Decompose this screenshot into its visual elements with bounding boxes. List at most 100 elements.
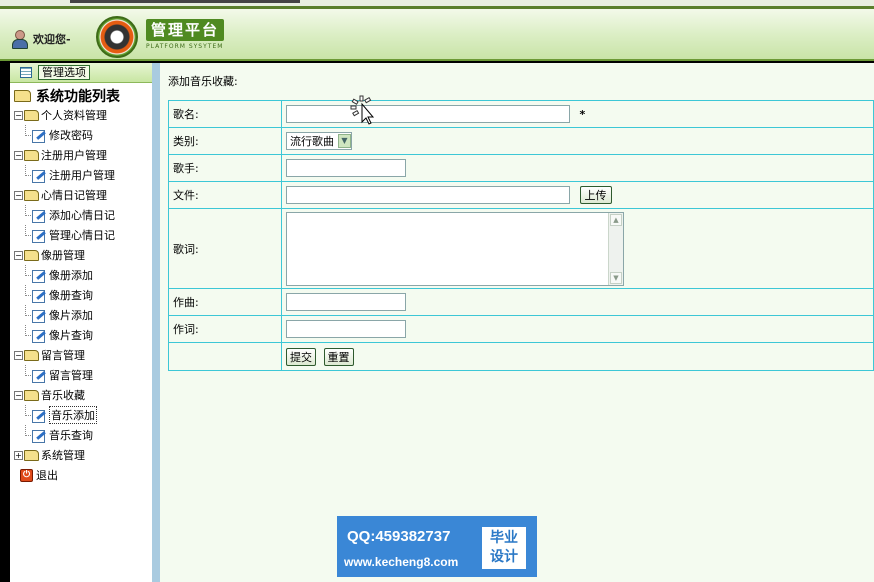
- category-value: 流行歌曲: [290, 135, 334, 148]
- options-button[interactable]: 管理选项: [38, 65, 90, 80]
- song-label: 歌名:: [168, 100, 282, 128]
- required-mark: *: [579, 107, 586, 121]
- tree-item-album-add[interactable]: 像册添加: [14, 265, 154, 285]
- lyrics-label: 歌词:: [168, 208, 282, 289]
- top-dark-bar: [70, 0, 300, 3]
- tree-group-users[interactable]: − 注册用户管理: [14, 145, 154, 165]
- lyricist-label: 作词:: [168, 315, 282, 343]
- tree-item-label: 像片添加: [49, 309, 93, 322]
- tree-group-label: 注册用户管理: [41, 149, 107, 162]
- sidebar: 管理选项 系统功能列表 − 个人资料管理 修改密码 − 注册用户管理 注册用户管…: [10, 63, 152, 582]
- tree-item-label: 音乐查询: [49, 429, 93, 442]
- tree-group-system[interactable]: + 系统管理: [14, 445, 154, 465]
- empty-cell: [168, 342, 282, 371]
- sidebar-splitter[interactable]: [152, 63, 160, 582]
- file-input[interactable]: [286, 186, 570, 205]
- tree-item-add-diary[interactable]: 添加心情日记: [14, 205, 154, 225]
- tree-group-label: 像册管理: [41, 249, 85, 262]
- tree-group-diary[interactable]: − 心情日记管理: [14, 185, 154, 205]
- lyrics-textarea[interactable]: ▲ ▼: [286, 211, 624, 286]
- collapse-icon[interactable]: −: [14, 390, 23, 400]
- singer-label: 歌手:: [168, 154, 282, 182]
- main-panel: 添加音乐收藏: 歌名: * 类别: 流行歌曲 ▼ 歌手: 文件: 上传 歌词: …: [160, 63, 874, 582]
- tree-group-label: 留言管理: [41, 349, 85, 362]
- collapse-icon[interactable]: −: [14, 250, 23, 260]
- tree-item-message-manage[interactable]: 留言管理: [14, 365, 154, 385]
- user-icon: [10, 28, 30, 50]
- song-input[interactable]: [286, 105, 570, 123]
- tree-item-label: 留言管理: [49, 369, 93, 382]
- table-icon: [20, 67, 32, 78]
- tree-item-exit[interactable]: ⏻ 退出: [14, 465, 154, 485]
- edit-doc-icon: [32, 409, 46, 423]
- folder-icon: [24, 189, 39, 201]
- tree-item-photo-query[interactable]: 像片查询: [14, 325, 154, 345]
- edit-doc-icon: [32, 269, 46, 283]
- banner-tag-line1: 毕业: [490, 530, 518, 546]
- tree-item-label: 像册查询: [49, 289, 93, 302]
- collapse-icon[interactable]: −: [14, 110, 23, 120]
- edit-doc-icon: [32, 309, 46, 323]
- tree-item-music-add[interactable]: 音乐添加: [14, 405, 154, 425]
- watermark-banner: QQ:459382737 www.kecheng8.com 毕业 设计: [337, 516, 537, 577]
- tree-item-label: 音乐添加: [49, 406, 97, 424]
- category-select[interactable]: 流行歌曲 ▼: [286, 132, 352, 150]
- tree-group-music[interactable]: − 音乐收藏: [14, 385, 154, 405]
- folder-icon: [24, 349, 39, 361]
- tree-group-messages[interactable]: − 留言管理: [14, 345, 154, 365]
- singer-input[interactable]: [286, 159, 406, 177]
- edit-doc-icon: [32, 329, 46, 343]
- collapse-icon[interactable]: −: [14, 150, 23, 160]
- header-band: [0, 6, 874, 9]
- tree-item-album-query[interactable]: 像册查询: [14, 285, 154, 305]
- tree-group-label: 系统管理: [41, 449, 85, 462]
- edit-doc-icon: [32, 169, 46, 183]
- lyricist-input[interactable]: [286, 320, 406, 338]
- submit-button[interactable]: 提交: [286, 347, 316, 366]
- tree-item-user-manage[interactable]: 注册用户管理: [14, 165, 154, 185]
- loading-cursor-icon: [350, 95, 375, 125]
- banner-qq: QQ:459382737: [347, 528, 451, 545]
- upload-button[interactable]: 上传: [579, 185, 612, 204]
- logo-subtitle: PLATFORM SYSYTEM: [146, 43, 224, 50]
- page-title: 添加音乐收藏:: [168, 75, 238, 88]
- power-icon: ⏻: [20, 468, 33, 482]
- music-form: 歌名: * 类别: 流行歌曲 ▼ 歌手: 文件: 上传 歌词: ▲ ▼ 作曲: …: [168, 100, 874, 371]
- expand-icon[interactable]: +: [14, 450, 23, 460]
- tree-item-music-query[interactable]: 音乐查询: [14, 425, 154, 445]
- tree-item-change-password[interactable]: 修改密码: [14, 125, 154, 145]
- collapse-icon[interactable]: −: [14, 350, 23, 360]
- logo-title: 管理平台: [146, 19, 224, 41]
- tree-root[interactable]: 系统功能列表: [14, 87, 154, 105]
- scroll-down-icon[interactable]: ▼: [610, 271, 622, 284]
- composer-input[interactable]: [286, 293, 406, 311]
- scroll-up-icon[interactable]: ▲: [610, 213, 622, 226]
- tree-group-label: 个人资料管理: [41, 109, 107, 122]
- sidebar-header: 管理选项: [10, 63, 152, 83]
- tree-group-album[interactable]: − 像册管理: [14, 245, 154, 265]
- folder-icon: [24, 149, 39, 161]
- folder-icon: [24, 109, 39, 121]
- tree-item-photo-add[interactable]: 像片添加: [14, 305, 154, 325]
- folder-open-icon: [14, 90, 31, 102]
- tree-group-profile[interactable]: − 个人资料管理: [14, 105, 154, 125]
- tree-item-label: 注册用户管理: [49, 169, 115, 182]
- edit-doc-icon: [32, 429, 46, 443]
- chevron-down-icon[interactable]: ▼: [338, 134, 351, 148]
- banner-tag: 毕业 设计: [482, 527, 526, 569]
- welcome-box: 欢迎您-: [10, 24, 90, 54]
- tree-item-manage-diary[interactable]: 管理心情日记: [14, 225, 154, 245]
- tree-item-label: 添加心情日记: [49, 209, 115, 222]
- tree-group-label: 音乐收藏: [41, 389, 85, 402]
- reset-button[interactable]: 重置: [323, 347, 354, 366]
- lyrics-scrollbar[interactable]: ▲ ▼: [608, 212, 623, 285]
- banner-site: www.kecheng8.com: [344, 555, 459, 569]
- folder-icon: [24, 389, 39, 401]
- banner-tag-line2: 设计: [490, 549, 518, 565]
- tree-item-label: 像片查询: [49, 329, 93, 342]
- folder-icon: [24, 449, 39, 461]
- welcome-text: 欢迎您-: [33, 33, 71, 46]
- tree-item-label: 退出: [36, 469, 58, 482]
- collapse-icon[interactable]: −: [14, 190, 23, 200]
- folder-icon: [24, 249, 39, 261]
